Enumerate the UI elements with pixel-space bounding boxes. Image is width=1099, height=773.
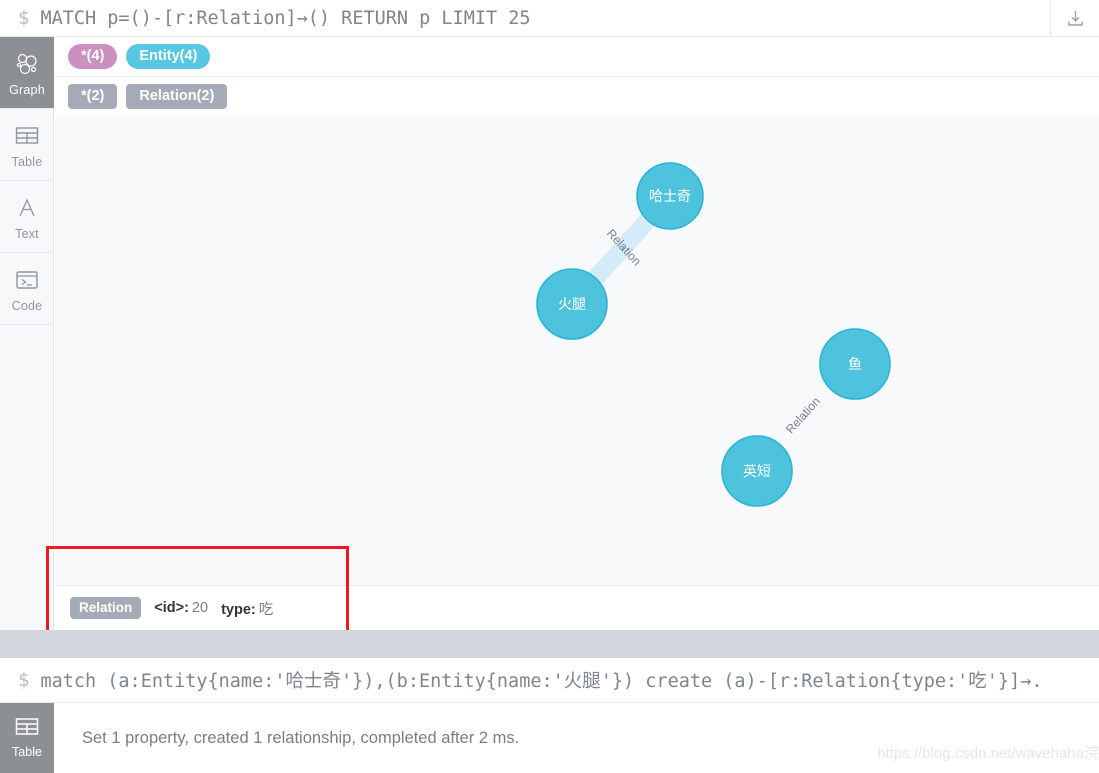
sidebar-item-text-label: Text (15, 227, 39, 241)
footer-tab-table[interactable]: Table (0, 703, 54, 773)
graph-icon (15, 48, 39, 80)
graph-canvas[interactable]: Relation Relation 哈士奇 火腿 鱼 英短 (55, 116, 1099, 563)
query-text-bottom: match (a:Entity{name:'哈士奇'}),(b:Entity{n… (40, 671, 1043, 692)
footer-tab-table-label: Table (12, 745, 42, 759)
graph-node[interactable]: 鱼 (819, 328, 891, 400)
code-icon (15, 264, 39, 296)
sidebar-item-code[interactable]: Code (0, 253, 54, 325)
download-icon[interactable] (1061, 6, 1089, 32)
table-icon (15, 717, 39, 742)
result-footer: Table Set 1 property, created 1 relation… (0, 703, 1099, 773)
sidebar-item-code-label: Code (11, 299, 43, 313)
prompt-symbol: $ (18, 6, 30, 29)
view-mode-sidebar: Graph Table Text Code (0, 37, 54, 630)
sidebar-item-graph[interactable]: Graph (0, 37, 54, 109)
legend-row-relationships: *(2) Relation(2) (54, 76, 1099, 115)
sidebar-item-graph-label: Graph (9, 83, 45, 97)
prompt-symbol-bottom: $ (18, 668, 30, 691)
inspector-id-key: <id>: (154, 600, 189, 616)
legend-pill-relation[interactable]: Relation(2) (126, 83, 228, 109)
legend-pill-all-relationships[interactable]: *(2) (68, 83, 118, 109)
sidebar-item-text[interactable]: Text (0, 181, 54, 253)
graph-node[interactable]: 英短 (721, 435, 793, 507)
node-label: 哈士奇 (649, 188, 691, 205)
legend-pill-entity[interactable]: Entity(4) (126, 44, 211, 69)
query-bar-top[interactable]: $ MATCH p=()-[r:Relation]→() RETURN p LI… (0, 0, 1099, 37)
graph-svg: Relation Relation 哈士奇 火腿 鱼 英短 (536, 162, 891, 507)
edge-label-e2: Relation (783, 394, 823, 436)
inspector-id: <id>: 20 (154, 600, 208, 616)
query-text-top: MATCH p=()-[r:Relation]→() RETURN p LIMI… (40, 7, 531, 29)
inspector-body: Relation <id>: 20 type: 吃 (55, 585, 1099, 630)
neo4j-browser-result-frame: $ MATCH p=()-[r:Relation]→() RETURN p LI… (0, 0, 1099, 773)
query-bar-bottom[interactable]: $ match (a:Entity{name:'哈士奇'}),(b:Entity… (0, 658, 1099, 703)
status-badge[interactable]: Relation (70, 597, 142, 619)
sidebar-item-table[interactable]: Table (0, 109, 54, 181)
inspector-spacer (55, 563, 1099, 585)
text-icon (15, 192, 39, 224)
legend-pill-all-nodes[interactable]: *(4) (68, 44, 118, 69)
inspector-type-value: 吃 (258, 601, 274, 618)
panel-separator (0, 630, 1099, 658)
legend-row-nodes: *(4) Entity(4) (54, 37, 1099, 76)
result-status-message: Set 1 property, created 1 relationship, … (82, 728, 520, 747)
sidebar-item-table-label: Table (11, 155, 43, 169)
node-label: 火腿 (558, 297, 586, 313)
table-icon (15, 120, 39, 152)
toolbar-divider (1050, 0, 1051, 37)
inspector-panel: Relation <id>: 20 type: 吃 (55, 563, 1099, 630)
node-label: 英短 (743, 463, 771, 480)
graph-node[interactable]: 哈士奇 (636, 162, 704, 230)
legend-panel: *(4) Entity(4) *(2) Relation(2) (54, 37, 1099, 116)
inspector-id-value: 20 (191, 600, 209, 616)
graph-node[interactable]: 火腿 (536, 268, 608, 340)
inspector-type-key: type: (221, 601, 256, 618)
node-label: 鱼 (848, 356, 862, 373)
inspector-type: type: 吃 (221, 598, 273, 619)
